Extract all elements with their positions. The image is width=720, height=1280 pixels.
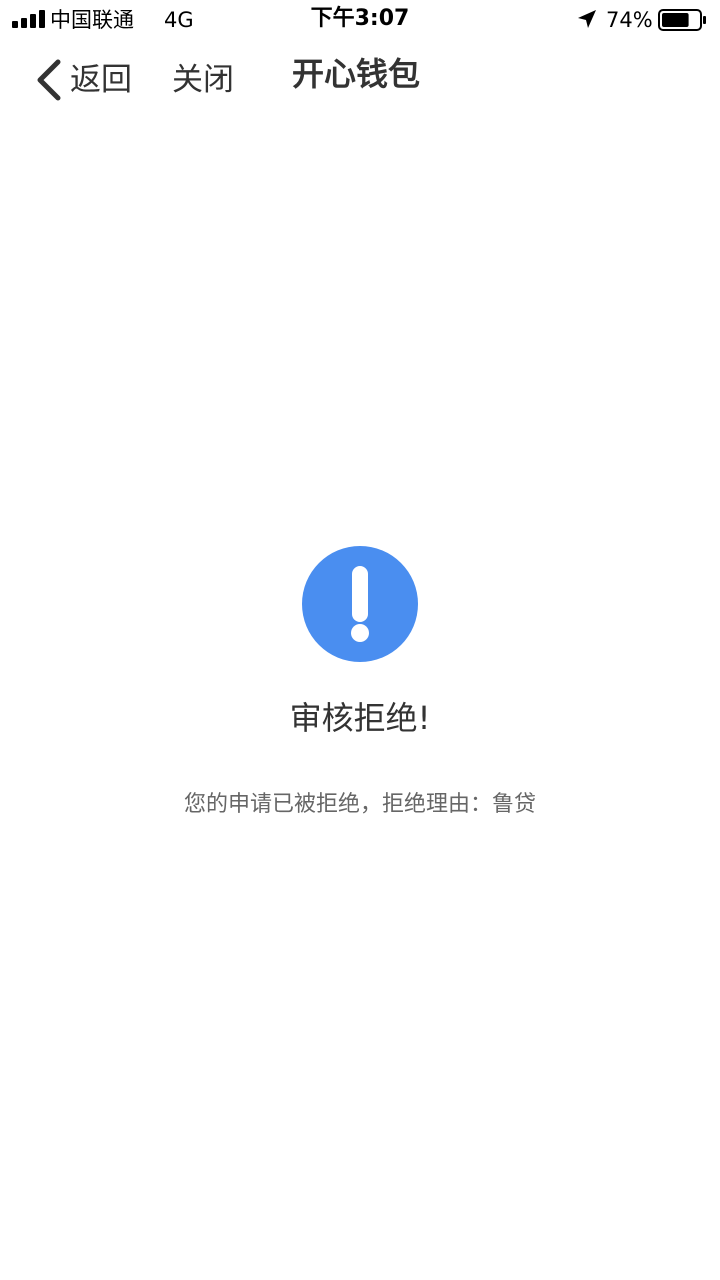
page-title: 开心钱包 bbox=[292, 55, 421, 93]
battery-percent: 74% bbox=[606, 8, 653, 32]
status-bar: 中国联通 4G 下午3:07 74% bbox=[0, 0, 720, 40]
back-label: 返回 bbox=[70, 62, 132, 98]
location-arrow-icon bbox=[578, 10, 596, 28]
result-message: 您的申请已被拒绝，拒绝理由：鲁贷 bbox=[183, 792, 536, 817]
battery-icon bbox=[658, 9, 706, 31]
exclamation-circle-icon bbox=[302, 546, 418, 662]
close-button[interactable]: 关闭 bbox=[172, 56, 234, 104]
nav-bar: 返回 关闭 开心钱包 bbox=[0, 40, 720, 120]
result-title: 审核拒绝! bbox=[289, 699, 431, 737]
chevron-left-icon bbox=[37, 59, 61, 101]
back-button[interactable]: 返回 bbox=[34, 56, 132, 104]
